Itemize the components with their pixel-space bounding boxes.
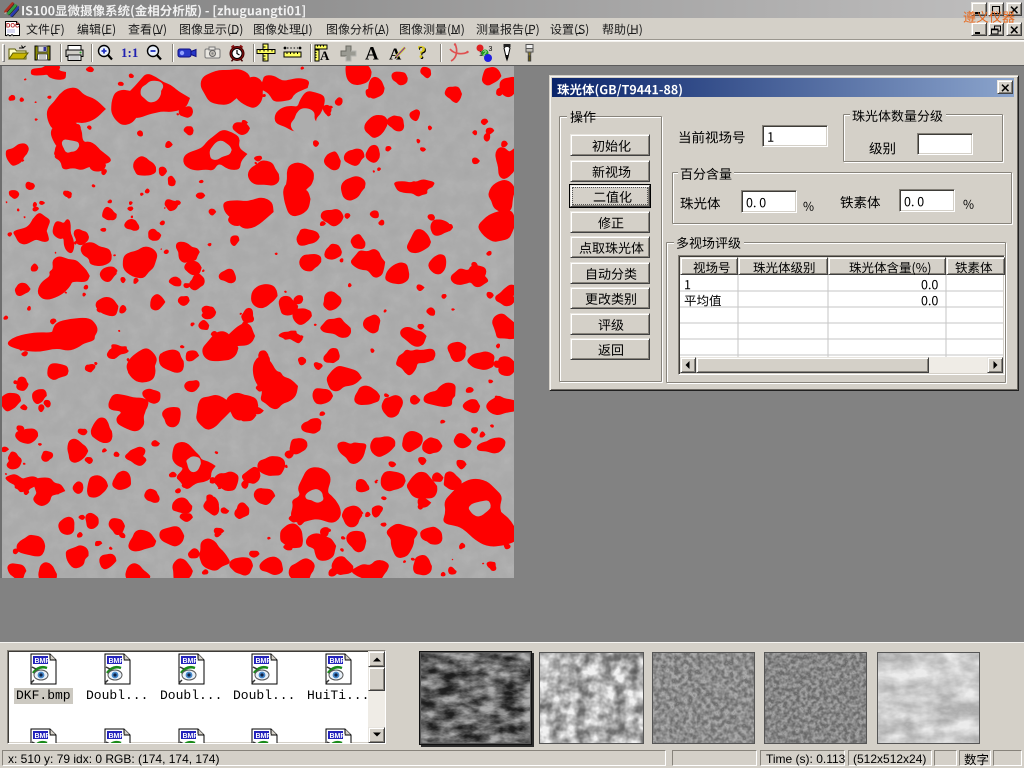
svg-text:BMP: BMP [35, 658, 51, 665]
svg-text:BMP: BMP [109, 733, 125, 740]
svg-text:BMP: BMP [183, 733, 199, 740]
svg-text:A: A [320, 48, 330, 63]
svg-text:BMP: BMP [256, 733, 272, 740]
svg-text:BMP: BMP [109, 658, 125, 665]
svg-text:BMP: BMP [330, 658, 346, 665]
svg-text:3: 3 [489, 46, 493, 53]
svg-text:BMP: BMP [256, 658, 272, 665]
svg-text:BMP: BMP [35, 733, 51, 740]
svg-text:BMP: BMP [183, 658, 199, 665]
svg-text:BMP: BMP [330, 733, 346, 740]
svg-text:A: A [365, 44, 379, 64]
svg-text:DOC: DOC [6, 24, 20, 30]
svg-text:?: ? [417, 43, 426, 62]
